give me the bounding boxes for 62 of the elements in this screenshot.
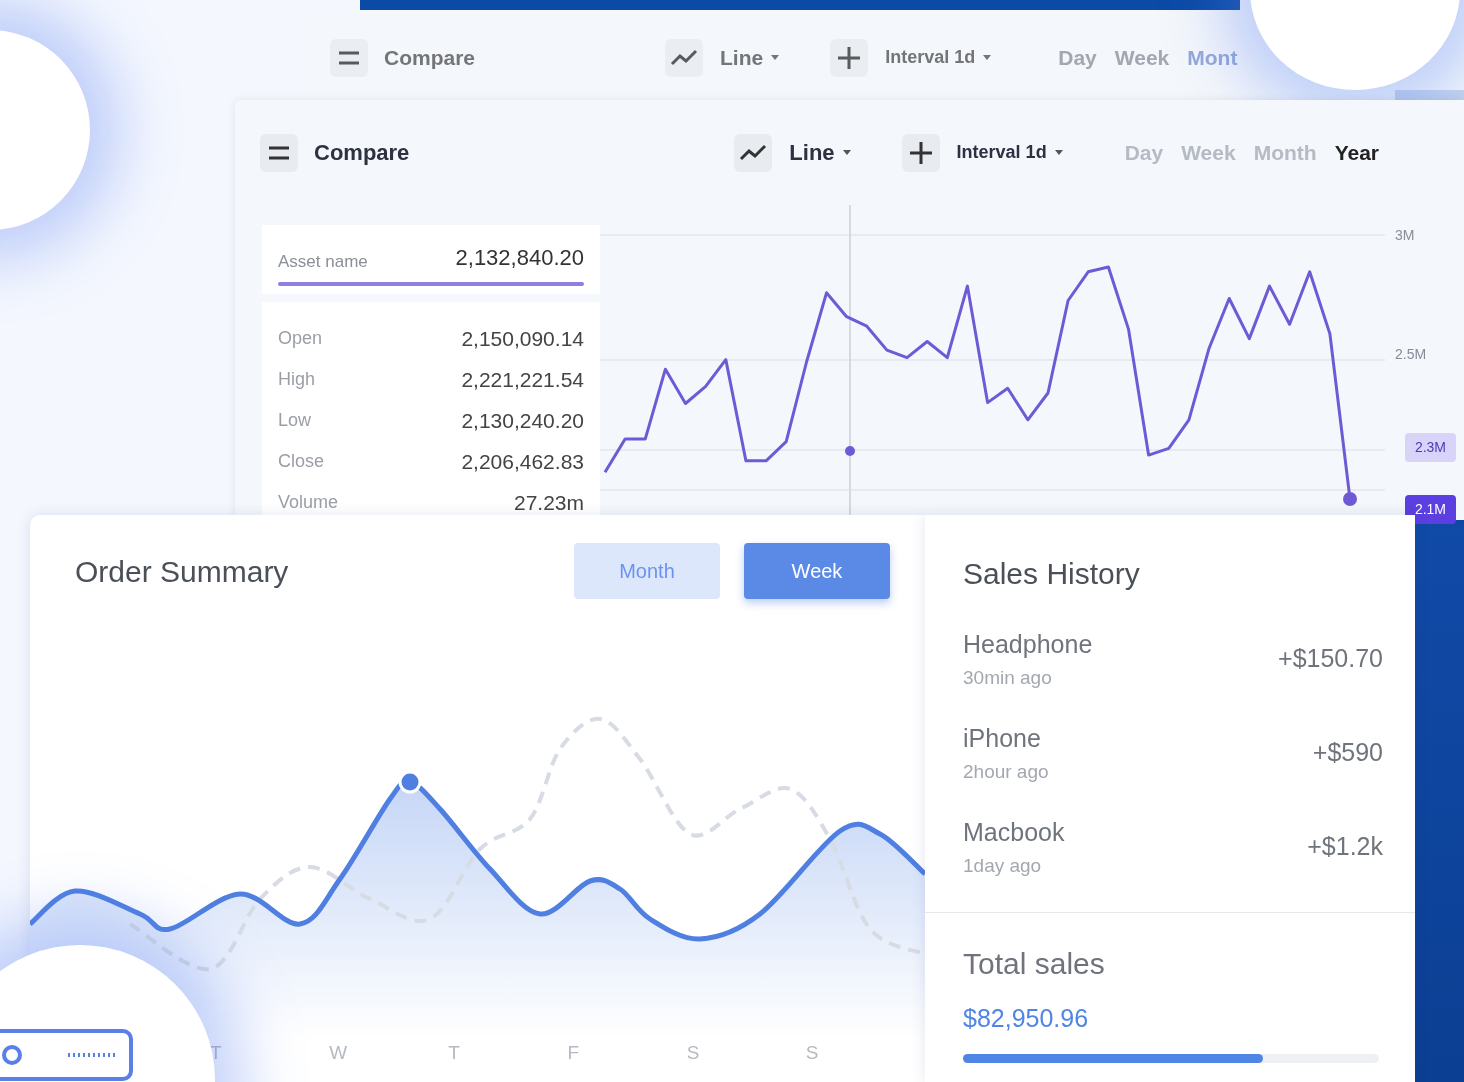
day-label: S: [805, 1041, 820, 1065]
toolbar-title: Compare: [314, 139, 410, 167]
range-tab[interactable]: Day: [1057, 40, 1098, 75]
stat-value: 2,150,090.14: [461, 325, 584, 352]
crosshair-icon[interactable]: [830, 38, 869, 77]
caret-icon: [842, 150, 851, 155]
price-tag: 2.1M: [1404, 495, 1456, 524]
cursor-dot: [845, 446, 855, 456]
item-amount: +$590: [1312, 737, 1383, 769]
day-label: F: [567, 1041, 581, 1065]
day-label: S: [686, 1041, 701, 1065]
item-time: 2hour ago: [963, 759, 1049, 784]
stat-value: 2,130,240.20: [461, 407, 584, 434]
item-name: iPhone: [963, 723, 1042, 754]
item-time: 30min ago: [963, 665, 1053, 690]
item-amount: +$1.2k: [1307, 831, 1383, 863]
range-tab[interactable]: Mont: [1186, 40, 1239, 75]
day-label: W: [329, 1041, 349, 1065]
chart-type-dropdown[interactable]: Line: [719, 40, 781, 75]
asset-value: 2,132,840.20: [455, 244, 584, 272]
interval-dropdown[interactable]: Interval 1d: [955, 138, 1064, 167]
card-title: Order Summary: [75, 553, 289, 590]
stat-value: 27.23m: [513, 489, 584, 516]
toolbar-title: Compare: [384, 44, 476, 71]
axis-label: 3M: [1395, 225, 1415, 245]
stat-label: Volume: [278, 491, 339, 514]
stat-label: Open: [278, 327, 323, 350]
range-tab[interactable]: Day: [1123, 135, 1165, 170]
price-dot: [1343, 492, 1357, 506]
period-toggle[interactable]: Week: [744, 543, 890, 599]
stat-value: 2,221,221.54: [461, 366, 584, 393]
axis-label: 2.5M: [1395, 344, 1427, 364]
stat-label: Close: [278, 450, 325, 473]
asset-label: Asset name: [278, 250, 368, 273]
range-tab[interactable]: Week: [1113, 40, 1171, 75]
chart-type-dropdown[interactable]: Line: [788, 135, 852, 170]
stat-label: High: [278, 368, 316, 391]
range-tab[interactable]: Month: [1252, 135, 1318, 170]
caret-icon: [771, 55, 780, 60]
item-name: Macbook: [963, 817, 1065, 848]
crosshair-icon[interactable]: [901, 133, 940, 172]
range-tab[interactable]: Year: [1333, 135, 1381, 170]
caret-icon: [1054, 150, 1063, 155]
interval-dropdown[interactable]: Interval 1d: [884, 43, 993, 72]
point-dot: [398, 770, 422, 794]
price-tag: 2.3M: [1404, 433, 1456, 462]
total-title: Total sales: [963, 946, 1106, 982]
item-amount: +$150.70: [1278, 643, 1383, 675]
caret-icon: [983, 55, 992, 60]
stat-value: 2,206,462.83: [461, 448, 584, 475]
period-toggle[interactable]: Month: [574, 543, 720, 599]
card-title: Sales History: [963, 556, 1141, 592]
stat-label: Low: [278, 409, 312, 432]
line-chart-icon[interactable]: [665, 38, 704, 77]
menu-icon[interactable]: [260, 133, 298, 172]
total-value: $82,950.96: [963, 1003, 1090, 1034]
item-name: Headphone: [963, 629, 1093, 660]
item-time: 1day ago: [963, 853, 1043, 878]
menu-icon[interactable]: [330, 38, 368, 77]
day-label: T: [448, 1041, 461, 1065]
line-chart-icon[interactable]: [734, 133, 773, 172]
range-tab[interactable]: Week: [1180, 135, 1237, 170]
